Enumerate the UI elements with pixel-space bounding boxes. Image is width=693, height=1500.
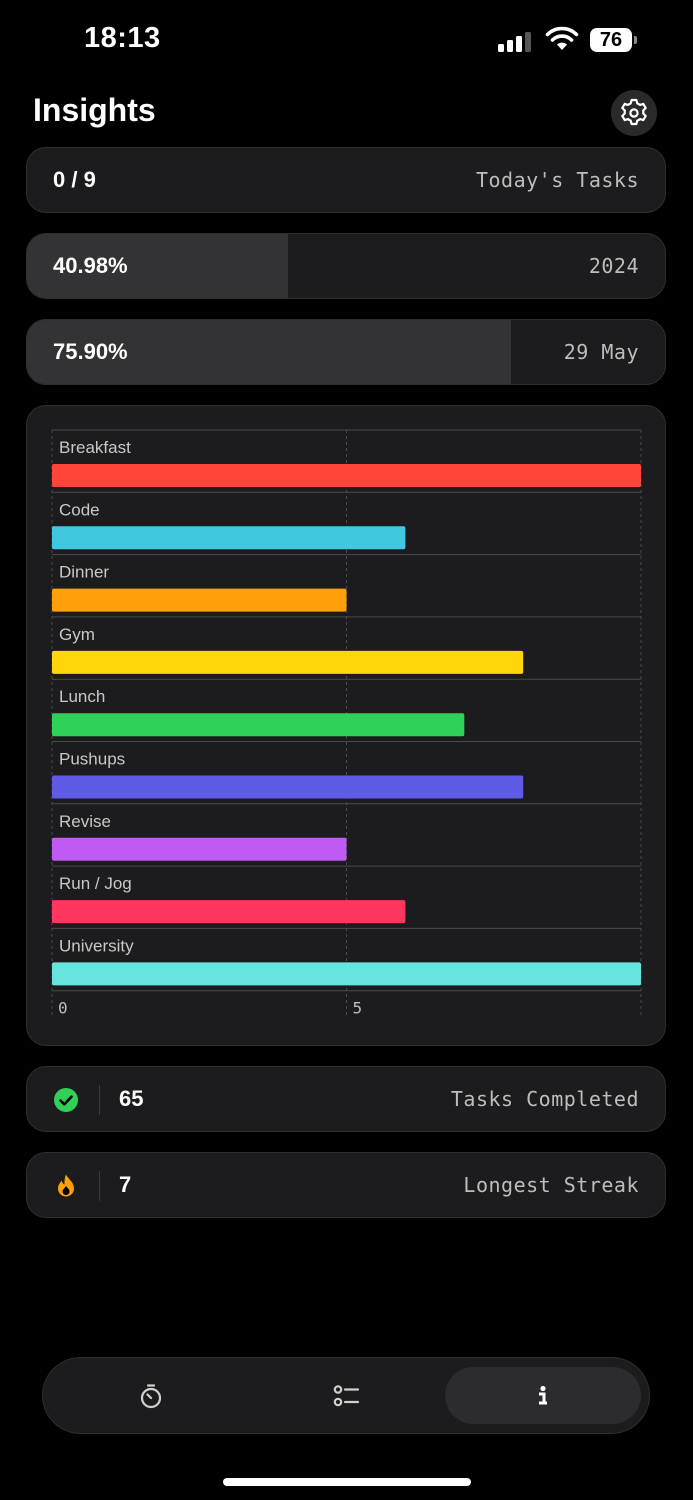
date-label: 29 May [563, 340, 639, 364]
gear-icon [621, 98, 647, 126]
divider [99, 1171, 100, 1201]
tasks-completed-label: Tasks Completed [450, 1087, 639, 1111]
bar [52, 837, 347, 861]
bar-label: Run / Jog [59, 874, 132, 893]
bar [52, 900, 406, 924]
longest-streak-label: Longest Streak [463, 1173, 639, 1197]
year-progress-value: 40.98% [53, 253, 128, 278]
status-time: 18:13 [84, 22, 161, 54]
home-indicator [223, 1478, 471, 1486]
bar-label: University [59, 936, 134, 955]
longest-streak-value: 7 [119, 1172, 132, 1197]
tab-insights[interactable] [445, 1367, 641, 1424]
timer-icon [140, 1383, 162, 1408]
wifi-icon [545, 26, 579, 50]
bar-label: Breakfast [59, 438, 131, 457]
tasks-completed-card: 65 Tasks Completed [26, 1066, 666, 1132]
battery-level: 76 [590, 28, 632, 52]
year-progress-card: 40.98% 2024 [26, 233, 666, 299]
bar-label: Pushups [59, 750, 125, 769]
bar [52, 775, 524, 799]
bar-label: Gym [59, 625, 95, 644]
checkmark-circle-icon [54, 1088, 78, 1112]
tab-tasks[interactable] [249, 1367, 445, 1424]
x-tick-label: 5 [353, 999, 363, 1018]
bar [52, 464, 641, 487]
x-tick-label: 0 [58, 999, 68, 1018]
battery-icon: 76 [590, 28, 638, 52]
today-tasks-value: 0 / 9 [53, 167, 96, 192]
bar-label: Dinner [59, 563, 109, 582]
task-chart-card: Breakfast Code Dinner Gym Lunch Pushups Revise… [26, 405, 666, 1046]
tab-timer[interactable] [53, 1367, 249, 1424]
today-tasks-card: 0 / 9 Today's Tasks [26, 147, 666, 213]
bar-label: Lunch [59, 687, 105, 706]
info-icon [539, 1385, 547, 1404]
task-bar-chart: Breakfast Code Dinner Gym Lunch Pushups Revise… [51, 429, 642, 1018]
bar [52, 526, 406, 550]
divider [99, 1085, 100, 1115]
bar [52, 713, 465, 737]
today-tasks-label: Today's Tasks [475, 168, 639, 192]
day-progress-card: 75.90% 29 May [26, 319, 666, 385]
list-icon [333, 1384, 360, 1406]
page-title: Insights [33, 92, 156, 128]
cellular-signal-icon [498, 32, 531, 52]
settings-button[interactable] [611, 90, 657, 136]
bar [52, 588, 347, 612]
day-progress-value: 75.90% [53, 339, 128, 364]
bar [52, 962, 641, 986]
tab-bar [42, 1357, 650, 1434]
bar [52, 650, 524, 674]
year-label: 2024 [588, 254, 639, 278]
tasks-completed-value: 65 [119, 1086, 144, 1111]
bar-label: Code [59, 500, 100, 519]
bar-label: Revise [59, 812, 111, 831]
longest-streak-card: 7 Longest Streak [26, 1152, 666, 1218]
flame-icon [58, 1174, 74, 1197]
